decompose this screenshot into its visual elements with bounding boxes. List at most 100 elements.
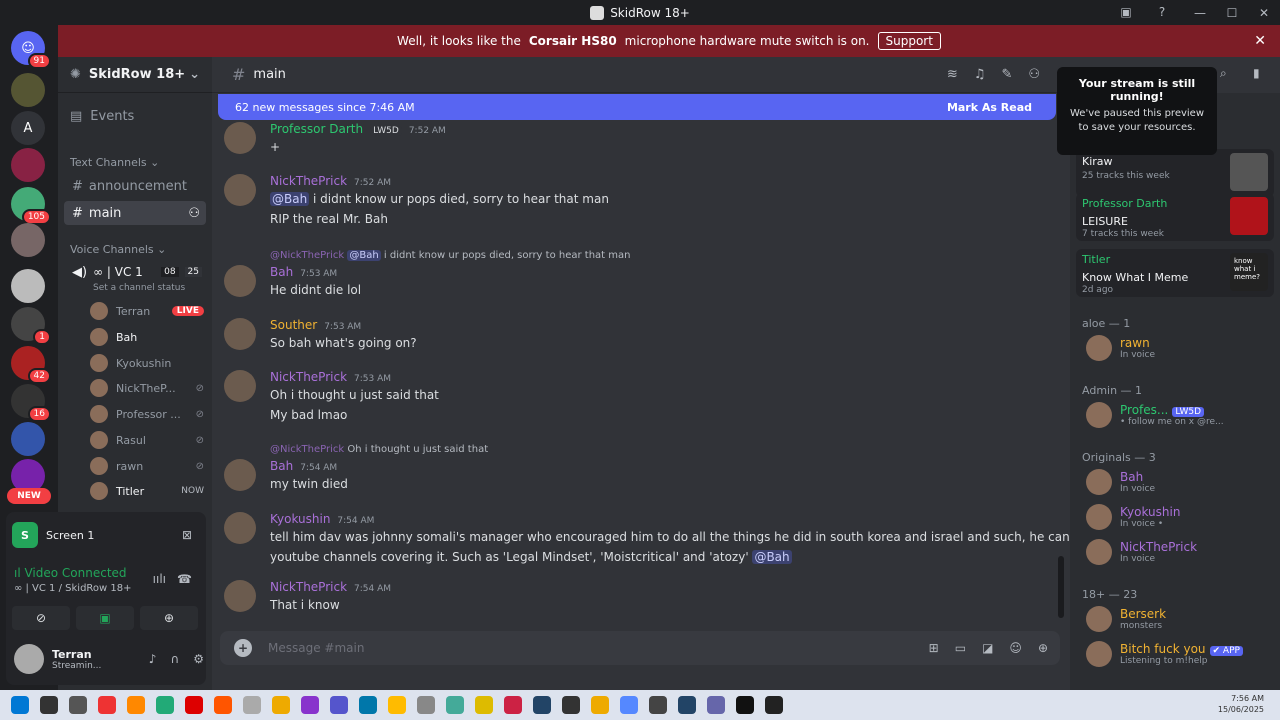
disconnect-icon[interactable]: ☎ — [177, 572, 192, 586]
avatar[interactable] — [224, 122, 256, 154]
server-icon[interactable]: 105 — [11, 187, 51, 225]
voice-connected-label[interactable]: ıl Video Connected — [14, 566, 127, 580]
text-category[interactable]: Text Channels ⌄ — [70, 156, 159, 169]
taskbar-app-icon[interactable] — [765, 696, 783, 714]
taskbar-app-icon[interactable] — [649, 696, 667, 714]
server-icon[interactable] — [11, 73, 45, 107]
activity-card[interactable]: Titler Know What I Meme 2d ago know what i … — [1076, 249, 1274, 297]
mark-as-read-button[interactable]: Mark As Read — [947, 101, 1032, 114]
voice-category[interactable]: Voice Channels ⌄ — [70, 243, 166, 256]
server-icon[interactable] — [11, 269, 45, 303]
gift-icon[interactable]: ⊞ — [929, 641, 939, 655]
taskbar-app-icon[interactable] — [562, 696, 580, 714]
gif-icon[interactable]: ▭ — [955, 641, 966, 655]
avatar[interactable] — [224, 580, 256, 612]
inbox-icon[interactable]: ▣ — [1118, 4, 1134, 20]
voice-user[interactable]: Rasul ⊘ — [90, 429, 204, 451]
stop-share-icon[interactable]: ⊠ — [182, 528, 192, 542]
member-item[interactable]: Bah In voice — [1086, 469, 1276, 495]
server-a[interactable]: A — [11, 111, 45, 145]
author-name[interactable]: NickThePrick — [270, 174, 347, 188]
settings-gear-icon[interactable]: ⚙ — [193, 652, 204, 666]
member-item[interactable]: Profes... LW5D • follow me on x @re... — [1086, 402, 1276, 428]
members-icon[interactable]: ⚇ — [1028, 67, 1040, 82]
server-icon[interactable] — [11, 223, 45, 257]
author-name[interactable]: Bah — [270, 459, 293, 473]
plus-icon[interactable]: + — [234, 639, 252, 657]
avatar[interactable] — [224, 318, 256, 350]
sticker-icon[interactable]: ◪ — [982, 641, 993, 655]
new-messages-bar[interactable]: 62 new messages since 7:46 AM Mark As Re… — [218, 94, 1056, 120]
taskbar-app-icon[interactable] — [98, 696, 116, 714]
member-item[interactable]: Berserk monsters — [1086, 606, 1276, 632]
screen-share-preview[interactable]: S Screen 1 — [12, 522, 94, 548]
voice-user[interactable]: Kyokushin — [90, 352, 204, 374]
emoji-icon[interactable]: ☺ — [1009, 641, 1022, 655]
search-icon[interactable]: ⌕ — [1220, 66, 1227, 81]
support-button[interactable]: Support — [877, 32, 941, 50]
taskbar-app-icon[interactable] — [69, 696, 87, 714]
message-input[interactable]: + Message #main ⊞ ▭ ◪ ☺ ⊕ — [220, 631, 1060, 665]
reply-preview[interactable]: @NickThePrick @Bah i didnt know ur pops … — [270, 250, 630, 261]
voice-user[interactable]: rawn ⊘ — [90, 455, 204, 477]
taskbar-app-icon[interactable] — [301, 696, 319, 714]
home-button[interactable]: ☺ 91 — [11, 31, 51, 69]
camera-off-button[interactable]: ⊘ — [12, 606, 70, 630]
voice-location[interactable]: ∞ | VC 1 / SkidRow 18+ — [14, 583, 132, 594]
maximize-button[interactable]: ☐ — [1216, 6, 1248, 20]
taskbar-app-icon[interactable] — [156, 696, 174, 714]
reply-preview[interactable]: @NickThePrick Oh i thought u just said t… — [270, 444, 488, 455]
minimize-button[interactable]: — — [1184, 6, 1216, 20]
clock[interactable]: 7:56 AM 15/06/2025 — [1218, 693, 1264, 715]
taskbar-app-icon[interactable] — [591, 696, 609, 714]
channel-status[interactable]: Set a channel status — [93, 283, 185, 293]
voice-user[interactable]: Professor ... ⊘ — [90, 403, 204, 425]
mic-icon[interactable]: ♪ — [149, 652, 157, 666]
close-icon[interactable]: ✕ — [1254, 33, 1266, 49]
screen-share-button[interactable]: ▣ — [76, 606, 134, 630]
server-icon[interactable]: 16 — [11, 384, 51, 422]
author-name[interactable]: Kyokushin — [270, 512, 330, 526]
threads-icon[interactable]: ≋ — [947, 67, 958, 82]
taskbar-app-icon[interactable] — [678, 696, 696, 714]
guild-header[interactable]: ✺ SkidRow 18+ ⌄ — [58, 57, 212, 93]
activity-card[interactable]: Kiraw 25 tracks this week — [1076, 149, 1274, 197]
noise-icon[interactable]: ıılı — [153, 572, 166, 586]
avatar[interactable] — [224, 370, 256, 402]
voice-user[interactable]: Terran LIVE — [90, 300, 204, 322]
taskbar-app-icon[interactable] — [40, 696, 58, 714]
voice-channel-vc1[interactable]: ◀) ∞ | VC 1 08 25 — [64, 260, 206, 284]
avatar[interactable] — [224, 512, 256, 544]
author-name[interactable]: Souther — [270, 318, 317, 332]
author-name[interactable]: NickThePrick — [270, 580, 347, 594]
server-icon[interactable] — [11, 148, 45, 182]
taskbar-app-icon[interactable] — [185, 696, 203, 714]
avatar[interactable] — [224, 265, 256, 297]
taskbar-app-icon[interactable] — [127, 696, 145, 714]
current-user[interactable]: Terran Streamin... ♪ ∩ ⚙ — [14, 644, 204, 674]
taskbar-app-icon[interactable] — [620, 696, 638, 714]
author-name[interactable]: Bah — [270, 265, 293, 279]
channel-announcement[interactable]: # announcement — [64, 174, 206, 198]
avatar[interactable] — [224, 174, 256, 206]
bell-icon[interactable]: ♫ — [974, 67, 986, 82]
events-item[interactable]: ▤ Events — [70, 109, 134, 124]
mention[interactable]: @Bah — [270, 192, 310, 206]
pin-icon[interactable]: ✎ — [1001, 67, 1012, 82]
member-item[interactable]: rawn In voice — [1086, 335, 1276, 361]
taskbar-app-icon[interactable] — [214, 696, 232, 714]
taskbar-app-icon[interactable] — [707, 696, 725, 714]
headphones-icon[interactable]: ∩ — [170, 652, 179, 666]
taskbar-app-icon[interactable] — [11, 696, 29, 714]
inbox-icon[interactable]: ▮ — [1253, 66, 1260, 80]
taskbar-app-icon[interactable] — [504, 696, 522, 714]
add-member-icon[interactable]: ⚇ — [188, 206, 200, 221]
taskbar-app-icon[interactable] — [475, 696, 493, 714]
channel-main[interactable]: # main ⚇ — [64, 201, 206, 225]
taskbar-app-icon[interactable] — [272, 696, 290, 714]
server-icon[interactable]: 42 — [11, 346, 51, 384]
close-button[interactable]: ✕ — [1248, 6, 1280, 20]
taskbar-app-icon[interactable] — [330, 696, 348, 714]
taskbar-app-icon[interactable] — [736, 696, 754, 714]
author-name[interactable]: Professor Darth — [270, 122, 363, 136]
